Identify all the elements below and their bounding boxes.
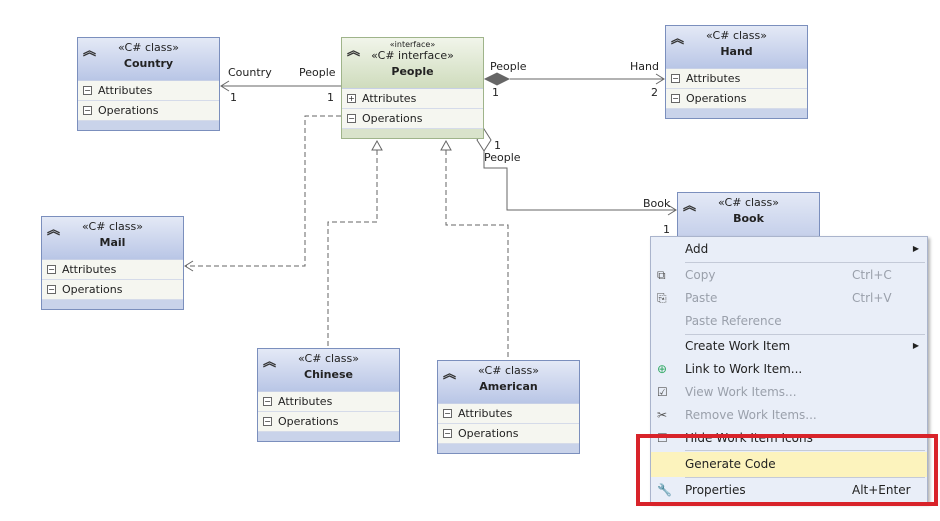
class-name: Country bbox=[123, 57, 174, 70]
copy-icon: ⧉ bbox=[657, 268, 666, 282]
attributes-compartment[interactable]: − Attributes bbox=[78, 81, 219, 101]
association-country-people bbox=[220, 80, 341, 92]
multiplicity-label: 1 bbox=[327, 91, 334, 104]
collapse-icon[interactable]: ︽ bbox=[47, 219, 60, 238]
multiplicity-label: 1 bbox=[492, 86, 499, 99]
role-label: Country bbox=[228, 66, 272, 79]
stereotype: «C# class» bbox=[706, 29, 767, 42]
collapse-icon[interactable]: ︽ bbox=[671, 28, 684, 47]
attributes-compartment[interactable]: + Attributes bbox=[342, 89, 483, 109]
stereotype: «C# interface» bbox=[371, 49, 454, 62]
role-label: Book bbox=[643, 197, 671, 210]
collapse-icon[interactable]: − bbox=[47, 285, 56, 294]
class-name: American bbox=[479, 380, 538, 393]
view-work-items-icon: ☑ bbox=[657, 385, 668, 399]
class-name: Chinese bbox=[304, 368, 353, 381]
collapse-icon[interactable]: − bbox=[671, 74, 680, 83]
menu-item-add[interactable]: Add ▶ bbox=[651, 238, 927, 260]
class-name: Hand bbox=[720, 45, 753, 58]
link-work-item-icon: ⊕ bbox=[657, 362, 668, 376]
role-label: People bbox=[490, 60, 527, 73]
collapse-icon[interactable]: ︽ bbox=[347, 40, 360, 59]
class-name: Mail bbox=[99, 236, 126, 249]
role-label: People bbox=[299, 66, 336, 79]
operations-compartment[interactable]: − Operations bbox=[342, 109, 483, 129]
stereotype: «C# class» bbox=[478, 364, 539, 377]
attributes-compartment[interactable]: − Attributes bbox=[42, 260, 183, 280]
attributes-compartment[interactable]: − Attributes bbox=[258, 392, 399, 412]
highlight-annotation-box bbox=[636, 434, 938, 506]
operations-compartment[interactable]: − Operations bbox=[78, 101, 219, 121]
collapse-icon[interactable]: − bbox=[263, 397, 272, 406]
collapse-icon[interactable]: ︽ bbox=[83, 40, 96, 59]
composition-people-hand bbox=[510, 73, 665, 85]
operations-compartment[interactable]: − Operations bbox=[438, 424, 579, 444]
stereotype: «C# class» bbox=[298, 352, 359, 365]
operations-compartment[interactable]: − Operations bbox=[258, 412, 399, 432]
attributes-compartment[interactable]: − Attributes bbox=[666, 69, 807, 89]
menu-item-view-work-items[interactable]: ☑ View Work Items... bbox=[651, 381, 927, 403]
collapse-icon[interactable]: − bbox=[443, 409, 452, 418]
collapse-icon[interactable]: ︽ bbox=[683, 195, 696, 214]
stereotype: «C# class» bbox=[718, 196, 779, 209]
collapse-icon[interactable]: ︽ bbox=[443, 363, 456, 382]
multiplicity-label: 1 bbox=[663, 223, 670, 236]
submenu-arrow-icon: ▶ bbox=[912, 244, 919, 253]
class-mail[interactable]: ︽ «C# class» Mail − Attributes − Operations bbox=[41, 216, 184, 310]
collapse-icon[interactable]: ︽ bbox=[263, 351, 276, 370]
class-name: Book bbox=[733, 212, 764, 225]
attributes-compartment[interactable]: − Attributes bbox=[438, 404, 579, 424]
collapse-icon[interactable]: − bbox=[671, 94, 680, 103]
role-label: Hand bbox=[630, 60, 659, 73]
stereotype: «C# class» bbox=[118, 41, 179, 54]
operations-compartment[interactable]: − Operations bbox=[666, 89, 807, 109]
dependency-people-mail bbox=[185, 115, 341, 267]
paste-icon: ⎘ bbox=[657, 291, 667, 305]
menu-item-paste[interactable]: ⎘ Paste Ctrl+V bbox=[651, 287, 927, 309]
collapse-icon[interactable]: − bbox=[347, 114, 356, 123]
collapse-icon[interactable]: − bbox=[443, 429, 452, 438]
multiplicity-label: 1 bbox=[230, 91, 237, 104]
menu-item-remove-work-items[interactable]: ✂ Remove Work Items... bbox=[651, 404, 927, 426]
class-hand[interactable]: ︽ «C# class» Hand − Attributes − Operations bbox=[665, 25, 808, 119]
class-name: People bbox=[391, 65, 434, 78]
class-country[interactable]: ︽ «C# class» Country − Attributes − Operatio… bbox=[77, 37, 220, 131]
menu-item-copy[interactable]: ⧉ Copy Ctrl+C bbox=[651, 264, 927, 286]
remove-work-items-icon: ✂ bbox=[657, 408, 668, 422]
interface-people[interactable]: ︽ «interface» «C# interface» People + Attrib… bbox=[341, 37, 484, 139]
operations-compartment[interactable]: − Operations bbox=[42, 280, 183, 300]
stereotype: «C# class» bbox=[82, 220, 143, 233]
composition-diamond bbox=[483, 72, 511, 86]
role-label: People bbox=[484, 151, 521, 164]
realization-chinese bbox=[327, 150, 378, 348]
multiplicity-label: 2 bbox=[651, 86, 658, 99]
menu-item-link-work-item[interactable]: ⊕ Link to Work Item... bbox=[651, 358, 927, 380]
collapse-icon[interactable]: − bbox=[47, 265, 56, 274]
expand-icon[interactable]: + bbox=[347, 94, 356, 103]
stereotype: «interface» bbox=[389, 40, 436, 49]
class-chinese[interactable]: ︽ «C# class» Chinese − Attributes − Operatio… bbox=[257, 348, 400, 442]
class-american[interactable]: ︽ «C# class» American − Attributes − Operati… bbox=[437, 360, 580, 454]
menu-item-paste-reference[interactable]: Paste Reference bbox=[651, 310, 927, 332]
submenu-arrow-icon: ▶ bbox=[912, 341, 919, 350]
collapse-icon[interactable]: − bbox=[263, 417, 272, 426]
realization-american bbox=[445, 150, 509, 360]
menu-item-create-work-item[interactable]: Create Work Item ▶ bbox=[651, 335, 927, 357]
collapse-icon[interactable]: − bbox=[83, 106, 92, 115]
collapse-icon[interactable]: − bbox=[83, 86, 92, 95]
